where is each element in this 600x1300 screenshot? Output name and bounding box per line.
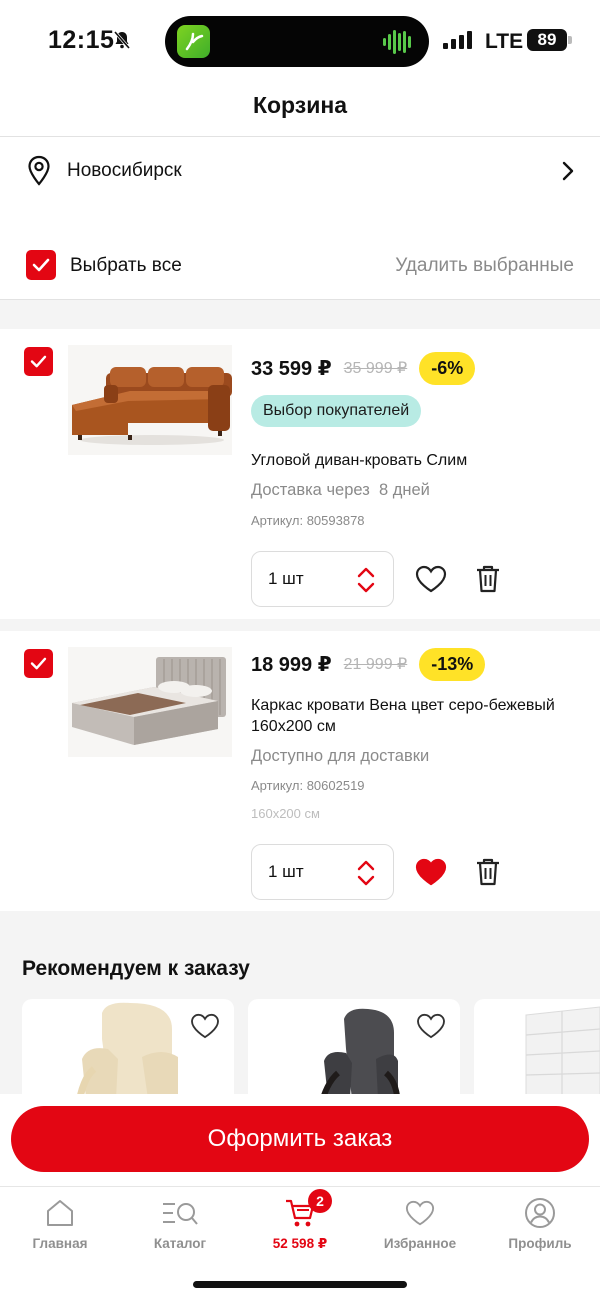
- item-checkbox[interactable]: [24, 649, 53, 678]
- cart-item: 33 599 ₽ 35 999 ₽ -6% Выбор покупателей …: [0, 329, 600, 619]
- select-all-label[interactable]: Выбрать все: [70, 255, 182, 277]
- item-name[interactable]: Каркас кровати Вена цвет серо-бежевый 16…: [251, 695, 581, 737]
- select-all-checkbox[interactable]: [26, 250, 56, 280]
- discount-badge: -13%: [419, 647, 486, 681]
- cellular-signal-icon: [443, 30, 473, 55]
- stepper-arrows-icon[interactable]: [357, 566, 375, 594]
- dynamic-island: [165, 16, 429, 67]
- heart-outline-icon[interactable]: [190, 1013, 220, 1044]
- location-pin-icon: [26, 155, 52, 192]
- trash-icon[interactable]: [475, 564, 501, 599]
- item-old-price: 35 999 ₽: [343, 360, 408, 377]
- tab-catalog-label: Каталог: [153, 1236, 207, 1251]
- section-separator: [0, 299, 600, 329]
- chevron-right-icon: [562, 161, 574, 186]
- quantity-selector[interactable]: 1 шт: [251, 844, 394, 900]
- app-icon: [177, 25, 210, 58]
- item-size: 160х200 см: [251, 806, 320, 821]
- recommendation-card[interactable]: [22, 999, 234, 1109]
- item-delivery: Доступно для доставки: [251, 747, 430, 765]
- home-icon: [47, 1200, 73, 1226]
- quantity-value: 1 шт: [268, 862, 304, 881]
- tab-profile-label: Профиль: [508, 1236, 572, 1251]
- network-type: LTE: [485, 30, 524, 53]
- quantity-selector[interactable]: 1 шт: [251, 551, 394, 607]
- divider: [0, 136, 600, 137]
- bell-muted-icon: [112, 30, 132, 55]
- checkmark-icon: [30, 657, 47, 670]
- stepper-arrows-icon[interactable]: [357, 859, 375, 887]
- select-all-row: Выбрать все Удалить выбранные: [0, 245, 600, 285]
- item-article: Артикул: 80602519: [251, 778, 365, 793]
- heart-icon: [405, 1200, 435, 1226]
- heart-outline-icon[interactable]: [416, 1013, 446, 1044]
- catalog-search-icon: [163, 1203, 198, 1225]
- price-line: 33 599 ₽ 35 999 ₽ -6%: [251, 351, 476, 385]
- city-selector[interactable]: Новосибирск: [0, 150, 600, 192]
- heart-outline-icon[interactable]: [415, 565, 447, 598]
- item-name[interactable]: Угловой диван-кровать Слим: [251, 450, 581, 471]
- delete-selected-button[interactable]: Удалить выбранные: [395, 255, 574, 277]
- battery-icon: 89: [527, 29, 567, 51]
- tab-favorites-label: Избранное: [383, 1236, 457, 1251]
- item-old-price: 21 999 ₽: [343, 656, 408, 673]
- tab-home-label: Главная: [32, 1236, 88, 1251]
- heart-filled-icon[interactable]: [415, 858, 447, 891]
- item-price: 18 999 ₽: [251, 653, 332, 676]
- tab-favorites[interactable]: Избранное: [360, 1195, 480, 1251]
- city-name: Новосибирск: [67, 160, 182, 181]
- tab-profile[interactable]: Профиль: [480, 1195, 600, 1251]
- page-title: Корзина: [252, 92, 348, 118]
- status-time: 12:15: [48, 26, 115, 54]
- trash-icon[interactable]: [475, 857, 501, 892]
- profile-icon: [525, 1198, 555, 1228]
- checkmark-icon: [30, 355, 47, 368]
- quantity-value: 1 шт: [268, 569, 304, 588]
- cart-count-badge: 2: [308, 1189, 332, 1213]
- item-article: Артикул: 80593878: [251, 513, 365, 528]
- recommendation-card[interactable]: [474, 999, 600, 1109]
- tab-cart-total: 52 598 ₽: [272, 1236, 328, 1251]
- dresser-image: [525, 1006, 600, 1109]
- checkmark-icon: [32, 258, 50, 272]
- item-delivery: Доставка через 8 дней: [251, 481, 430, 499]
- checkout-bar: Оформить заказ: [0, 1094, 600, 1186]
- audio-wave-icon: [383, 30, 411, 54]
- discount-badge: -6%: [419, 351, 476, 385]
- sofa-image[interactable]: [68, 345, 232, 455]
- cart-item: 18 999 ₽ 21 999 ₽ -13% Каркас кровати Ве…: [0, 631, 600, 911]
- section-separator: [0, 619, 600, 631]
- item-price: 33 599 ₽: [251, 357, 332, 380]
- checkout-button[interactable]: Оформить заказ: [11, 1106, 589, 1172]
- customer-choice-badge: Выбор покупателей: [251, 395, 422, 427]
- tab-cart[interactable]: 2 52 598 ₽: [240, 1189, 360, 1252]
- battery-tip: [568, 36, 572, 44]
- tab-home[interactable]: Главная: [0, 1195, 120, 1251]
- recommendations-title: Рекомендуем к заказу: [22, 957, 250, 980]
- price-line: 18 999 ₽ 21 999 ₽ -13%: [251, 647, 486, 681]
- status-bar: 12:15 LTE 89: [0, 0, 600, 82]
- tab-catalog[interactable]: Каталог: [120, 1195, 240, 1251]
- home-indicator: [193, 1281, 407, 1288]
- bed-image[interactable]: [68, 647, 232, 757]
- recommendation-card[interactable]: [248, 999, 460, 1109]
- item-checkbox[interactable]: [24, 347, 53, 376]
